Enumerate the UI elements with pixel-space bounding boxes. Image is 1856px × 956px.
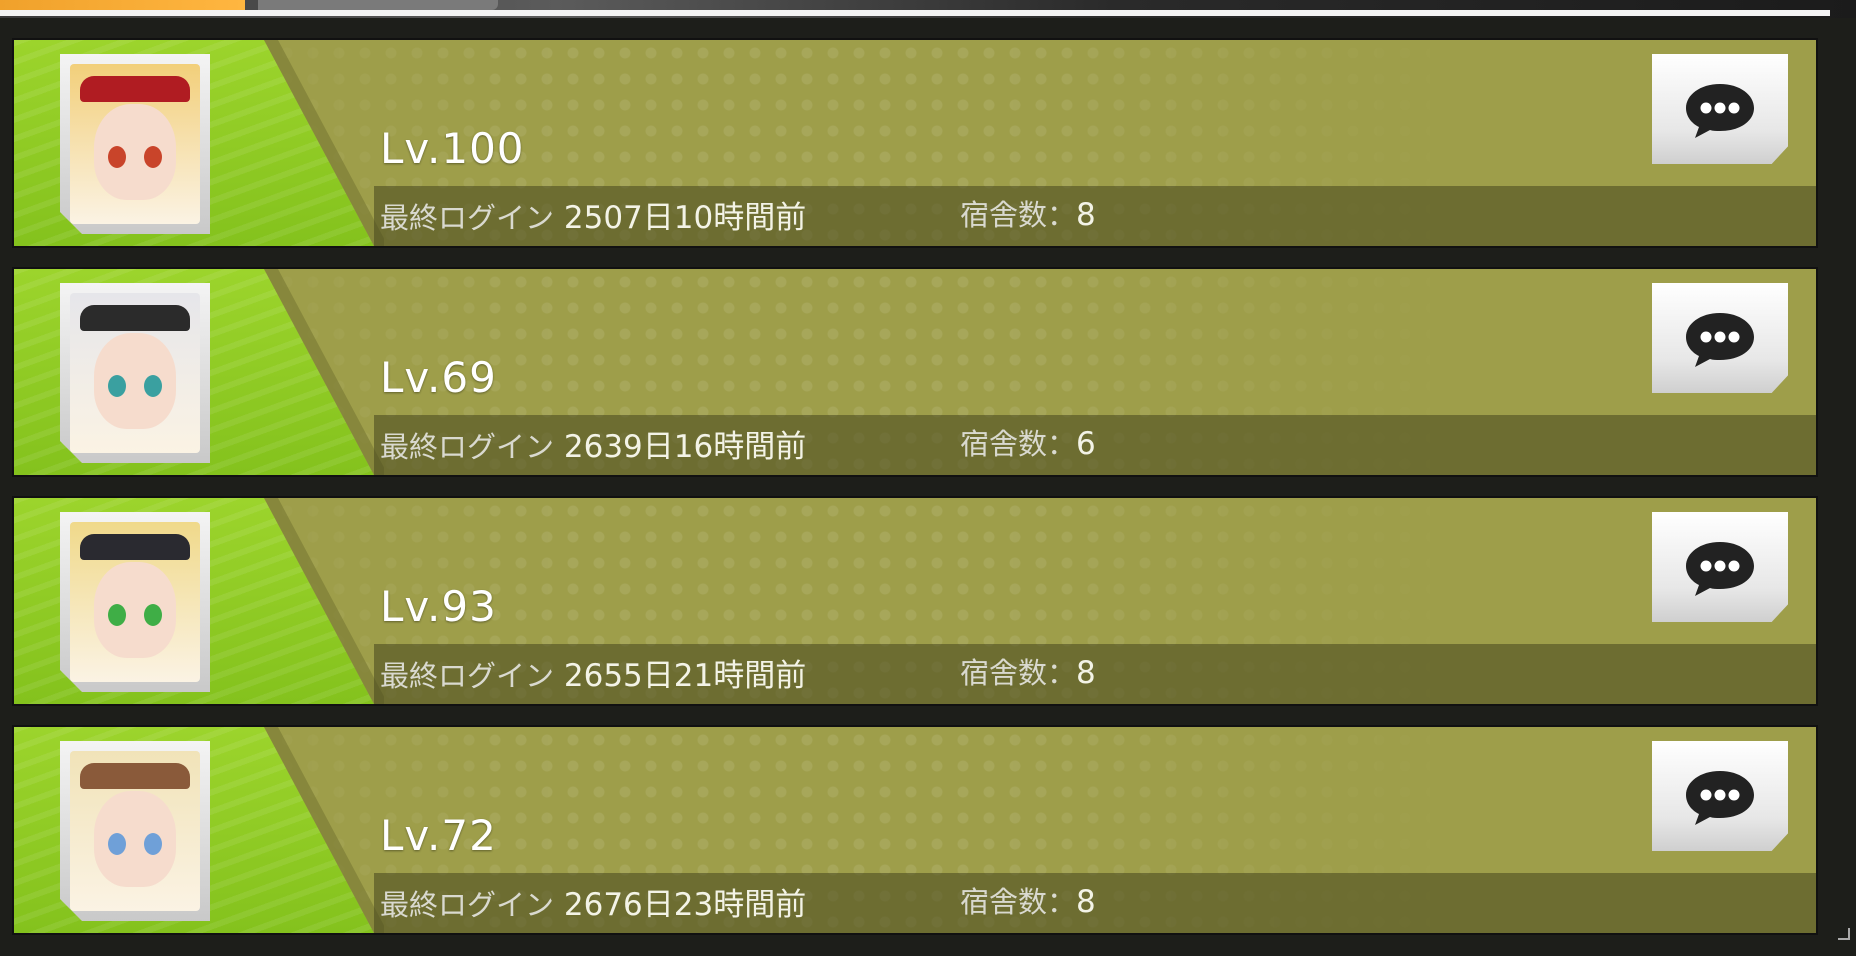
- player-level: Lv.72: [380, 811, 497, 860]
- dorm-count-label: 宿舎数：: [960, 656, 1077, 690]
- last-login-label: 最終ログイン: [380, 201, 555, 235]
- friend-row[interactable]: Lv.100 最終ログイン 2507日10時間前 宿舎数：8: [14, 40, 1816, 246]
- scroll-corner: [1838, 928, 1850, 940]
- last-login-value: 2676日23時間前: [563, 887, 807, 923]
- avatar-eye: [108, 146, 126, 168]
- dorm-count-value: 8: [1076, 197, 1096, 233]
- avatar-eye: [144, 146, 162, 168]
- player-level: Lv.100: [380, 124, 525, 173]
- chat-button[interactable]: [1652, 512, 1788, 622]
- dorm-count: 宿舎数：6: [960, 421, 1096, 463]
- last-login: 最終ログイン 2639日16時間前: [380, 421, 806, 466]
- header-tab-edge: [258, 0, 498, 10]
- last-login-value: 2639日16時間前: [563, 429, 807, 465]
- friend-row[interactable]: Lv.93 最終ログイン 2655日21時間前 宿舎数：8: [14, 498, 1816, 704]
- dorm-count-label: 宿舎数：: [960, 198, 1077, 232]
- avatar-hair-accent: [80, 305, 190, 331]
- avatar-frame[interactable]: [60, 512, 210, 692]
- friend-list: Lv.100 最終ログイン 2507日10時間前 宿舎数：8 Lv.69 最終ロ: [14, 40, 1816, 956]
- last-login-value: 2507日10時間前: [563, 200, 807, 236]
- chat-button[interactable]: [1652, 283, 1788, 393]
- dorm-count-label: 宿舎数：: [960, 427, 1077, 461]
- dorm-count-label: 宿舎数：: [960, 885, 1077, 919]
- chat-bubble-icon: [1686, 542, 1754, 596]
- last-login: 最終ログイン 2676日23時間前: [380, 879, 806, 924]
- player-level: Lv.93: [380, 582, 497, 631]
- avatar-eye: [144, 375, 162, 397]
- player-level: Lv.69: [380, 353, 497, 402]
- dorm-count: 宿舎数：8: [960, 879, 1096, 921]
- avatar: [70, 64, 200, 224]
- friend-row[interactable]: Lv.69 最終ログイン 2639日16時間前 宿舎数：6: [14, 269, 1816, 475]
- header-accent: [0, 0, 245, 10]
- dorm-count-value: 6: [1076, 426, 1096, 462]
- last-login-value: 2655日21時間前: [563, 658, 807, 694]
- avatar-face: [94, 562, 176, 658]
- avatar-eye: [144, 833, 162, 855]
- dorm-count-value: 8: [1076, 884, 1096, 920]
- avatar-face: [94, 104, 176, 200]
- avatar-eye: [144, 604, 162, 626]
- dorm-count-value: 8: [1076, 655, 1096, 691]
- last-login-label: 最終ログイン: [380, 430, 555, 464]
- avatar: [70, 751, 200, 911]
- chat-bubble-icon: [1686, 771, 1754, 825]
- chat-button[interactable]: [1652, 54, 1788, 164]
- last-login: 最終ログイン 2507日10時間前: [380, 192, 806, 237]
- avatar-face: [94, 333, 176, 429]
- avatar-frame[interactable]: [60, 54, 210, 234]
- top-header-strip: [0, 0, 1856, 18]
- avatar-hair-accent: [80, 534, 190, 560]
- avatar: [70, 293, 200, 453]
- avatar-eye: [108, 604, 126, 626]
- avatar: [70, 522, 200, 682]
- avatar-face: [94, 791, 176, 887]
- avatar-hair-accent: [80, 76, 190, 102]
- avatar-hair-accent: [80, 763, 190, 789]
- avatar-frame[interactable]: [60, 283, 210, 463]
- dorm-count: 宿舎数：8: [960, 650, 1096, 692]
- chat-bubble-icon: [1686, 313, 1754, 367]
- friend-row[interactable]: Lv.72 最終ログイン 2676日23時間前 宿舎数：8: [14, 727, 1816, 933]
- avatar-frame[interactable]: [60, 741, 210, 921]
- avatar-eye: [108, 375, 126, 397]
- avatar-eye: [108, 833, 126, 855]
- chat-bubble-icon: [1686, 84, 1754, 138]
- chat-button[interactable]: [1652, 741, 1788, 851]
- last-login-label: 最終ログイン: [380, 659, 555, 693]
- dorm-count: 宿舎数：8: [960, 192, 1096, 234]
- last-login-label: 最終ログイン: [380, 888, 555, 922]
- last-login: 最終ログイン 2655日21時間前: [380, 650, 806, 695]
- header-divider: [0, 10, 1830, 16]
